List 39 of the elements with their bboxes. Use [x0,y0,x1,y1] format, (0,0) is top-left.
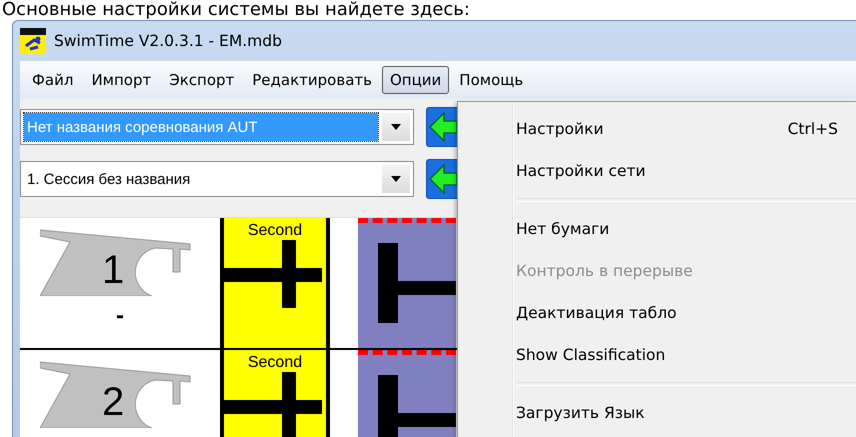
back-arrow-button[interactable] [426,159,458,199]
arrow-left-icon [427,110,457,144]
menu-item-label: Загрузить Язык [516,404,645,422]
swimmer-logo-icon [20,28,46,54]
timing-label: Second [248,222,302,240]
menu-item-label: Деактивация табло [516,304,677,322]
menu-item-label: Настройки [516,120,604,138]
menu-item[interactable]: Файл [24,66,82,94]
arrow-left-icon [427,162,457,196]
selected-value: 1. Сессия без названия [26,170,192,190]
lane-status: - [116,304,124,328]
window-title: SwimTime V2.0.3.1 - EM.mdb [54,32,282,50]
caret-icon [391,124,401,130]
dropdown-field[interactable]: 1. Сессия без названия [20,161,414,197]
lane-number: 1 [102,248,124,292]
back-arrow-button[interactable] [426,107,458,147]
menu-item[interactable]: Экспорт [161,66,242,94]
menu-item-label: Show Classification [516,346,666,364]
menu-item[interactable]: Настройки Ctrl+S [458,108,856,150]
section-caption: Основные настройки системы вы найдете здесь: [1,0,471,20]
menu-item[interactable]: Помощь [451,66,532,94]
menu-item[interactable]: Деактивация табло [458,292,856,334]
menu-item[interactable]: Show Classification [458,334,856,376]
menu-item-label: Нет бумаги [516,220,610,238]
dropdown-button[interactable] [382,165,410,193]
menu-item[interactable]: Импорт [83,66,160,94]
caret-icon [391,176,401,182]
timing-label: Second [248,354,302,372]
menu-item[interactable]: Нет бумаги [458,208,856,250]
menu-item[interactable]: Загрузить Язык [458,392,856,434]
menu-item[interactable]: Опции [382,66,450,94]
selected-value: Нет названия соревнования AUT [24,113,378,141]
menu-item[interactable]: Настройки сети [458,150,856,192]
menu-item[interactable]: Редактировать [244,66,380,94]
menu-item-label: Контроль в перерыве [516,262,693,280]
shortcut-text: Ctrl+S [788,120,838,138]
lane-number: 2 [102,380,124,424]
menu-item-label: Настройки сети [516,162,646,180]
dropdown-button[interactable] [382,113,410,141]
